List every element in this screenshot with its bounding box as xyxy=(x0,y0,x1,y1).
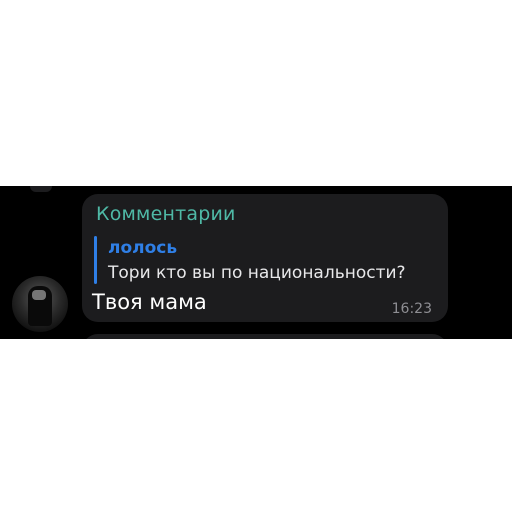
reply-quote[interactable]: лолось Тори кто вы по национальности? xyxy=(94,236,424,286)
message-time: 16:23 xyxy=(391,301,432,317)
reply-author: лолось xyxy=(108,238,178,258)
chat-screenshot: Комментарии лолось Тори кто вы по национ… xyxy=(0,186,512,339)
reply-text: Тори кто вы по национальности? xyxy=(108,263,406,283)
next-message-bubble[interactable] xyxy=(82,334,448,339)
page: Комментарии лолось Тори кто вы по национ… xyxy=(0,0,512,512)
message-bubble[interactable]: Комментарии лолось Тори кто вы по национ… xyxy=(82,194,448,322)
reply-accent-bar xyxy=(94,236,97,284)
comments-header[interactable]: Комментарии xyxy=(96,203,236,225)
previous-message-bubble[interactable] xyxy=(30,186,52,192)
avatar-hand xyxy=(32,290,46,300)
avatar[interactable] xyxy=(12,276,68,332)
message-text: Твоя мама xyxy=(92,290,207,314)
